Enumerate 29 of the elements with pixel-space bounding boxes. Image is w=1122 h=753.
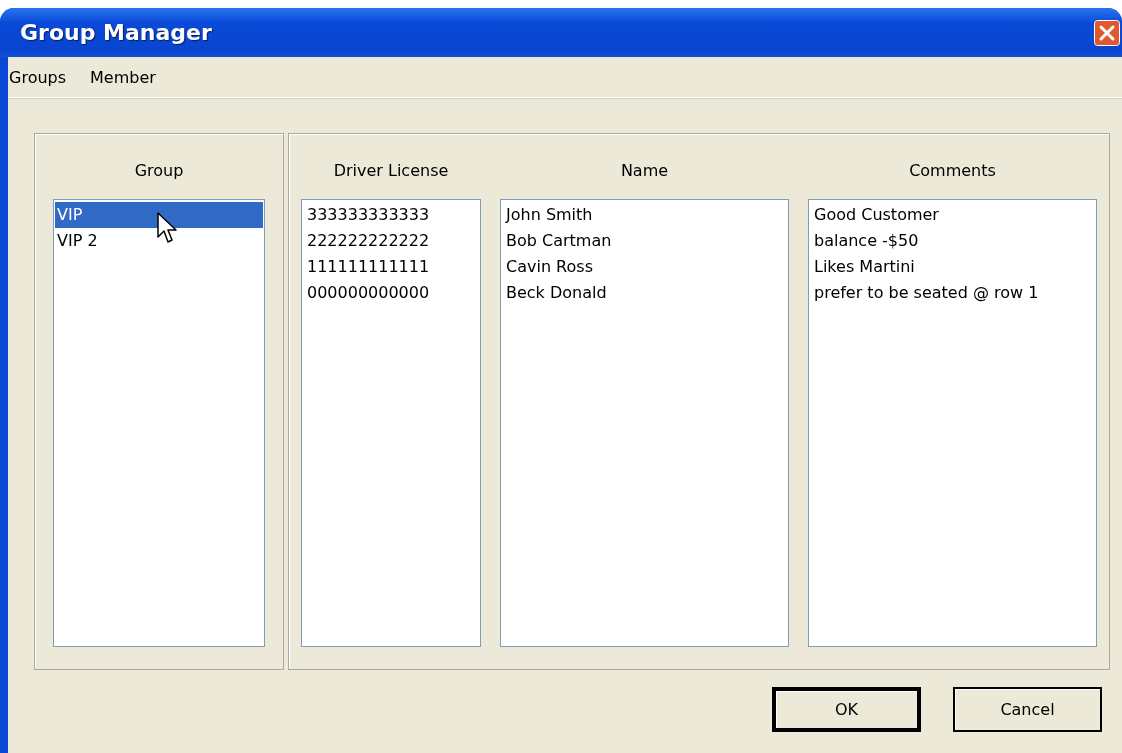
list-item[interactable]: Beck Donald [504,280,785,306]
list-item[interactable]: prefer to be seated @ row 1 [812,280,1093,306]
member-list[interactable]: 333333333333 222222222222 111111111111 000000000000 [301,199,481,647]
list-item[interactable]: 333333333333 [305,202,477,228]
member-list[interactable]: John Smith Bob Cartman Cavin Ross Beck Donald [500,199,789,647]
list-item[interactable]: 111111111111 [305,254,477,280]
list-item[interactable]: VIP [55,202,263,228]
list-item[interactable]: VIP 2 [55,228,263,254]
list-item[interactable]: Bob Cartman [504,228,785,254]
window-title: Group Manager [20,20,212,45]
list-item[interactable]: balance -$50 [812,228,1093,254]
list-item[interactable]: 000000000000 [305,280,477,306]
menu-item[interactable]: Member [90,67,156,87]
member-list[interactable]: Good Customer balance -$50 Likes Martini prefer to be seated @ row 1 [808,199,1097,647]
list-item[interactable]: Likes Martini [812,254,1093,280]
column-header: Comments [909,160,996,182]
dialog-button[interactable]: Cancel [953,687,1102,732]
close-icon[interactable] [1094,19,1120,46]
list-item[interactable]: Cavin Ross [504,254,785,280]
list-item[interactable]: Good Customer [812,202,1093,228]
list-item[interactable]: 222222222222 [305,228,477,254]
column-header: Name [620,160,669,182]
list-item[interactable]: John Smith [504,202,785,228]
group-list[interactable]: VIP VIP 2 [53,199,265,647]
column-header: Driver License [333,160,449,182]
dialog-button[interactable]: OK [772,687,921,732]
mouse-pointer-icon [157,212,179,246]
column-header: Group [134,160,184,182]
menu-item[interactable]: Groups [9,67,67,87]
